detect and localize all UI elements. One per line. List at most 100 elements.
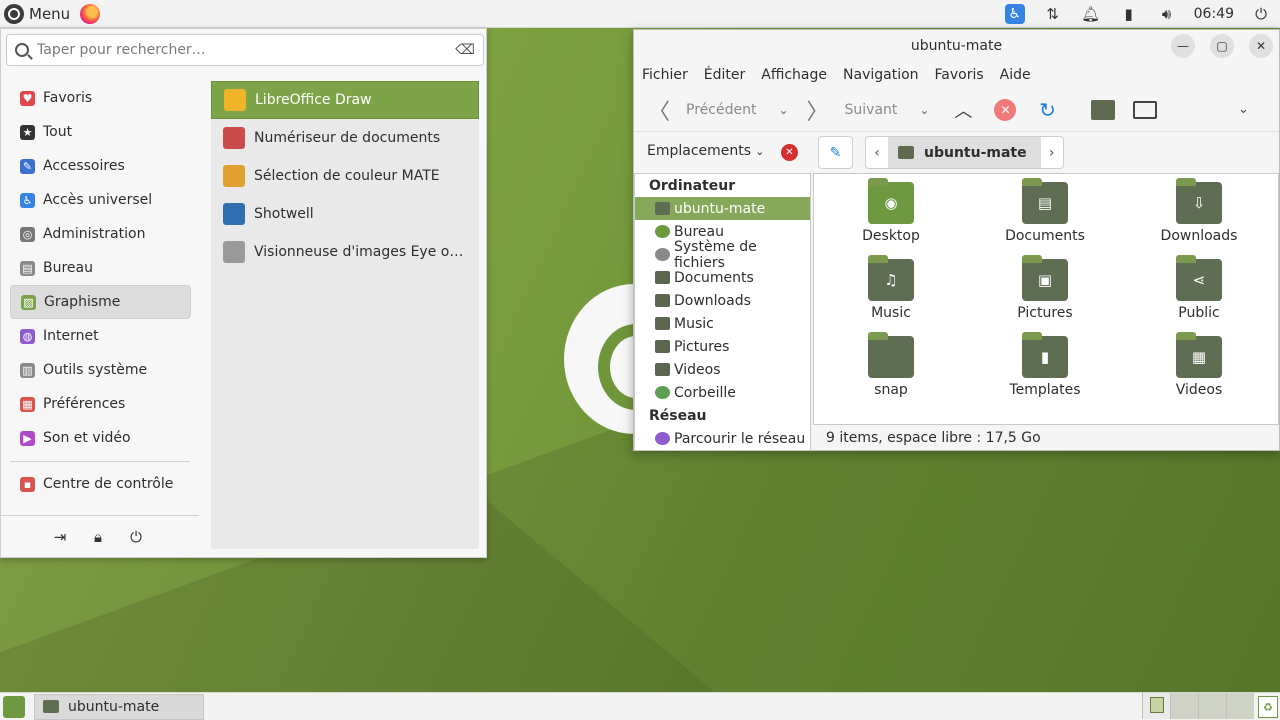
search-input[interactable]	[37, 42, 456, 58]
path-right-button[interactable]: ›	[1041, 137, 1063, 168]
file-item[interactable]: ▦ Videos	[1122, 332, 1276, 402]
back-history-dropdown-icon[interactable]: ⌄	[778, 103, 788, 117]
reload-button[interactable]: ↻	[1031, 98, 1063, 122]
close-icon: ✕	[785, 147, 794, 158]
taskbar-window-button[interactable]: ubuntu-mate	[34, 693, 204, 720]
forward-button[interactable]: 〉 Suivant ⌄	[807, 94, 930, 126]
workspace-2[interactable]	[1170, 693, 1198, 719]
sidebar-selector[interactable]: Emplacements ⌄	[647, 143, 764, 159]
sidebar-item-label: Downloads	[674, 292, 751, 309]
app-item[interactable]: Shotwell	[211, 195, 479, 233]
category-item[interactable]: ★ Tout	[10, 115, 191, 149]
category-label: Son et vidéo	[43, 430, 131, 446]
menu-search-box[interactable]: ⌫	[6, 34, 484, 66]
network-tray-button[interactable]: ⇅	[1034, 0, 1072, 28]
toolbar-overflow-button[interactable]: ⌄	[1227, 102, 1259, 117]
file-item[interactable]: ▤ Documents	[968, 178, 1122, 248]
close-sidebar-button[interactable]: ✕	[781, 144, 798, 161]
pencil-icon: ✎	[829, 144, 842, 161]
category-item[interactable]: ▤ Bureau	[10, 251, 191, 285]
category-item[interactable]: ♥ Favoris	[10, 81, 191, 115]
trash-applet[interactable]: ♻	[1258, 696, 1278, 718]
file-item[interactable]: ♫ Music	[814, 255, 968, 325]
documents-folder-icon: ▤	[1022, 178, 1068, 224]
app-item[interactable]: Visionneuse d'images Eye o…	[211, 233, 479, 271]
file-item[interactable]: ◉ Desktop	[814, 178, 968, 248]
window-titlebar[interactable]: ubuntu-mate — ▢ ✕	[634, 30, 1279, 62]
show-desktop-button[interactable]	[3, 695, 25, 718]
logout-button[interactable]: ⇥	[41, 525, 79, 549]
app-item[interactable]: Numériseur de documents	[211, 119, 479, 157]
menubar-item[interactable]: Favoris	[935, 67, 984, 83]
sidebar-item[interactable]: Système de fichiers	[635, 239, 810, 271]
file-item[interactable]: ⇩ Downloads	[1122, 178, 1276, 248]
file-item[interactable]: ▣ Pictures	[968, 255, 1122, 325]
app-label: Numériseur de documents	[254, 130, 441, 146]
places-label: Emplacements	[647, 143, 752, 159]
sidebar-item[interactable]: ubuntu-mate	[635, 197, 810, 220]
sidebar-item[interactable]: Videos	[635, 358, 810, 381]
category-item[interactable]: ▥ Outils système	[10, 353, 191, 387]
shutdown-button[interactable]: ⏻	[117, 525, 155, 549]
minimize-button[interactable]: —	[1171, 34, 1195, 58]
notification-tray-button[interactable]: 🔔︎	[1072, 0, 1110, 28]
file-label: Desktop	[862, 228, 920, 244]
workspace-3[interactable]	[1198, 693, 1226, 719]
category-item[interactable]: ♿ Accès universel	[10, 183, 191, 217]
path-segment-current[interactable]: ubuntu-mate	[888, 137, 1041, 168]
workspace-1[interactable]	[1142, 693, 1170, 719]
volume-tray-button[interactable]: 🔊︎	[1148, 0, 1186, 28]
menubar-item[interactable]: Fichier	[642, 67, 688, 83]
libreoffice-draw-icon	[224, 89, 246, 111]
heart-icon: ♥	[20, 90, 35, 106]
firefox-launcher-icon[interactable]	[80, 3, 101, 24]
control-center-item[interactable]: ▪ Centre de contrôle	[10, 467, 191, 501]
category-item[interactable]: ▦ Préférences	[10, 387, 191, 421]
category-item[interactable]: ◍ Internet	[10, 319, 191, 353]
category-item[interactable]: ◎ Administration	[10, 217, 191, 251]
file-item[interactable]: snap	[814, 332, 968, 402]
app-item[interactable]: LibreOffice Draw	[211, 81, 479, 119]
applications-pane: LibreOffice Draw Numériseur de documents S…	[211, 81, 479, 549]
menubar-item[interactable]: Affichage	[761, 67, 827, 83]
file-item[interactable]: ⋖ Public	[1122, 255, 1276, 325]
sidebar-item[interactable]: Pictures	[635, 335, 810, 358]
up-button[interactable]: ︿	[947, 97, 979, 123]
category-item[interactable]: ▶ Son et vidéo	[10, 421, 191, 455]
menubar-item[interactable]: Navigation	[843, 67, 919, 83]
clear-search-icon[interactable]: ⌫	[455, 42, 475, 58]
sidebar-item[interactable]: Music	[635, 312, 810, 335]
file-item[interactable]: ▮ Templates	[968, 332, 1122, 402]
sidebar-item[interactable]: Downloads	[635, 289, 810, 312]
home-folder-button[interactable]	[1087, 99, 1119, 120]
close-button[interactable]: ✕	[1249, 34, 1273, 58]
sidebar-item[interactable]: Parcourir le réseau	[635, 427, 810, 450]
path-left-button[interactable]: ‹	[866, 137, 888, 168]
clock[interactable]: 06:49	[1186, 6, 1242, 22]
category-item[interactable]: ▨ Graphisme	[10, 285, 191, 319]
downloads-folder-icon: ⇩	[1176, 178, 1222, 224]
back-button[interactable]: 〈 Précédent ⌄	[648, 94, 789, 126]
computer-button[interactable]	[1129, 100, 1161, 119]
power-tray-button[interactable]: ⏻	[1242, 0, 1280, 28]
file-view[interactable]: ◉ Desktop ▤ Documents ⇩ Downloads ♫ Music ▣ Pictu…	[813, 173, 1279, 425]
category-item[interactable]: ✎ Accessoires	[10, 149, 191, 183]
menubar-item[interactable]: Éditer	[704, 67, 745, 83]
sidebar-item[interactable]: Corbeille	[635, 381, 810, 404]
menubar-item[interactable]: Aide	[1000, 67, 1031, 83]
battery-tray-button[interactable]: ▮	[1110, 0, 1148, 28]
stop-button[interactable]: ✕	[989, 98, 1021, 121]
sidebar-item-label: Bureau	[674, 223, 724, 240]
accessibility-tray-button[interactable]: ♿	[996, 0, 1034, 28]
mate-logo-icon	[4, 3, 24, 24]
workspace-4[interactable]	[1226, 693, 1254, 719]
workspace-switcher	[1142, 693, 1254, 720]
lock-button[interactable]: 🔒︎	[79, 525, 117, 549]
app-item[interactable]: Sélection de couleur MATE	[211, 157, 479, 195]
maximize-button[interactable]: ▢	[1210, 34, 1234, 58]
forward-history-dropdown-icon[interactable]: ⌄	[919, 103, 929, 117]
system-tools-icon: ▥	[20, 362, 35, 378]
main-menu-button[interactable]: Menu	[0, 0, 74, 28]
edit-location-button[interactable]: ✎	[818, 136, 853, 169]
status-bar: 9 items, espace libre : 17,5 Go	[813, 426, 1279, 450]
